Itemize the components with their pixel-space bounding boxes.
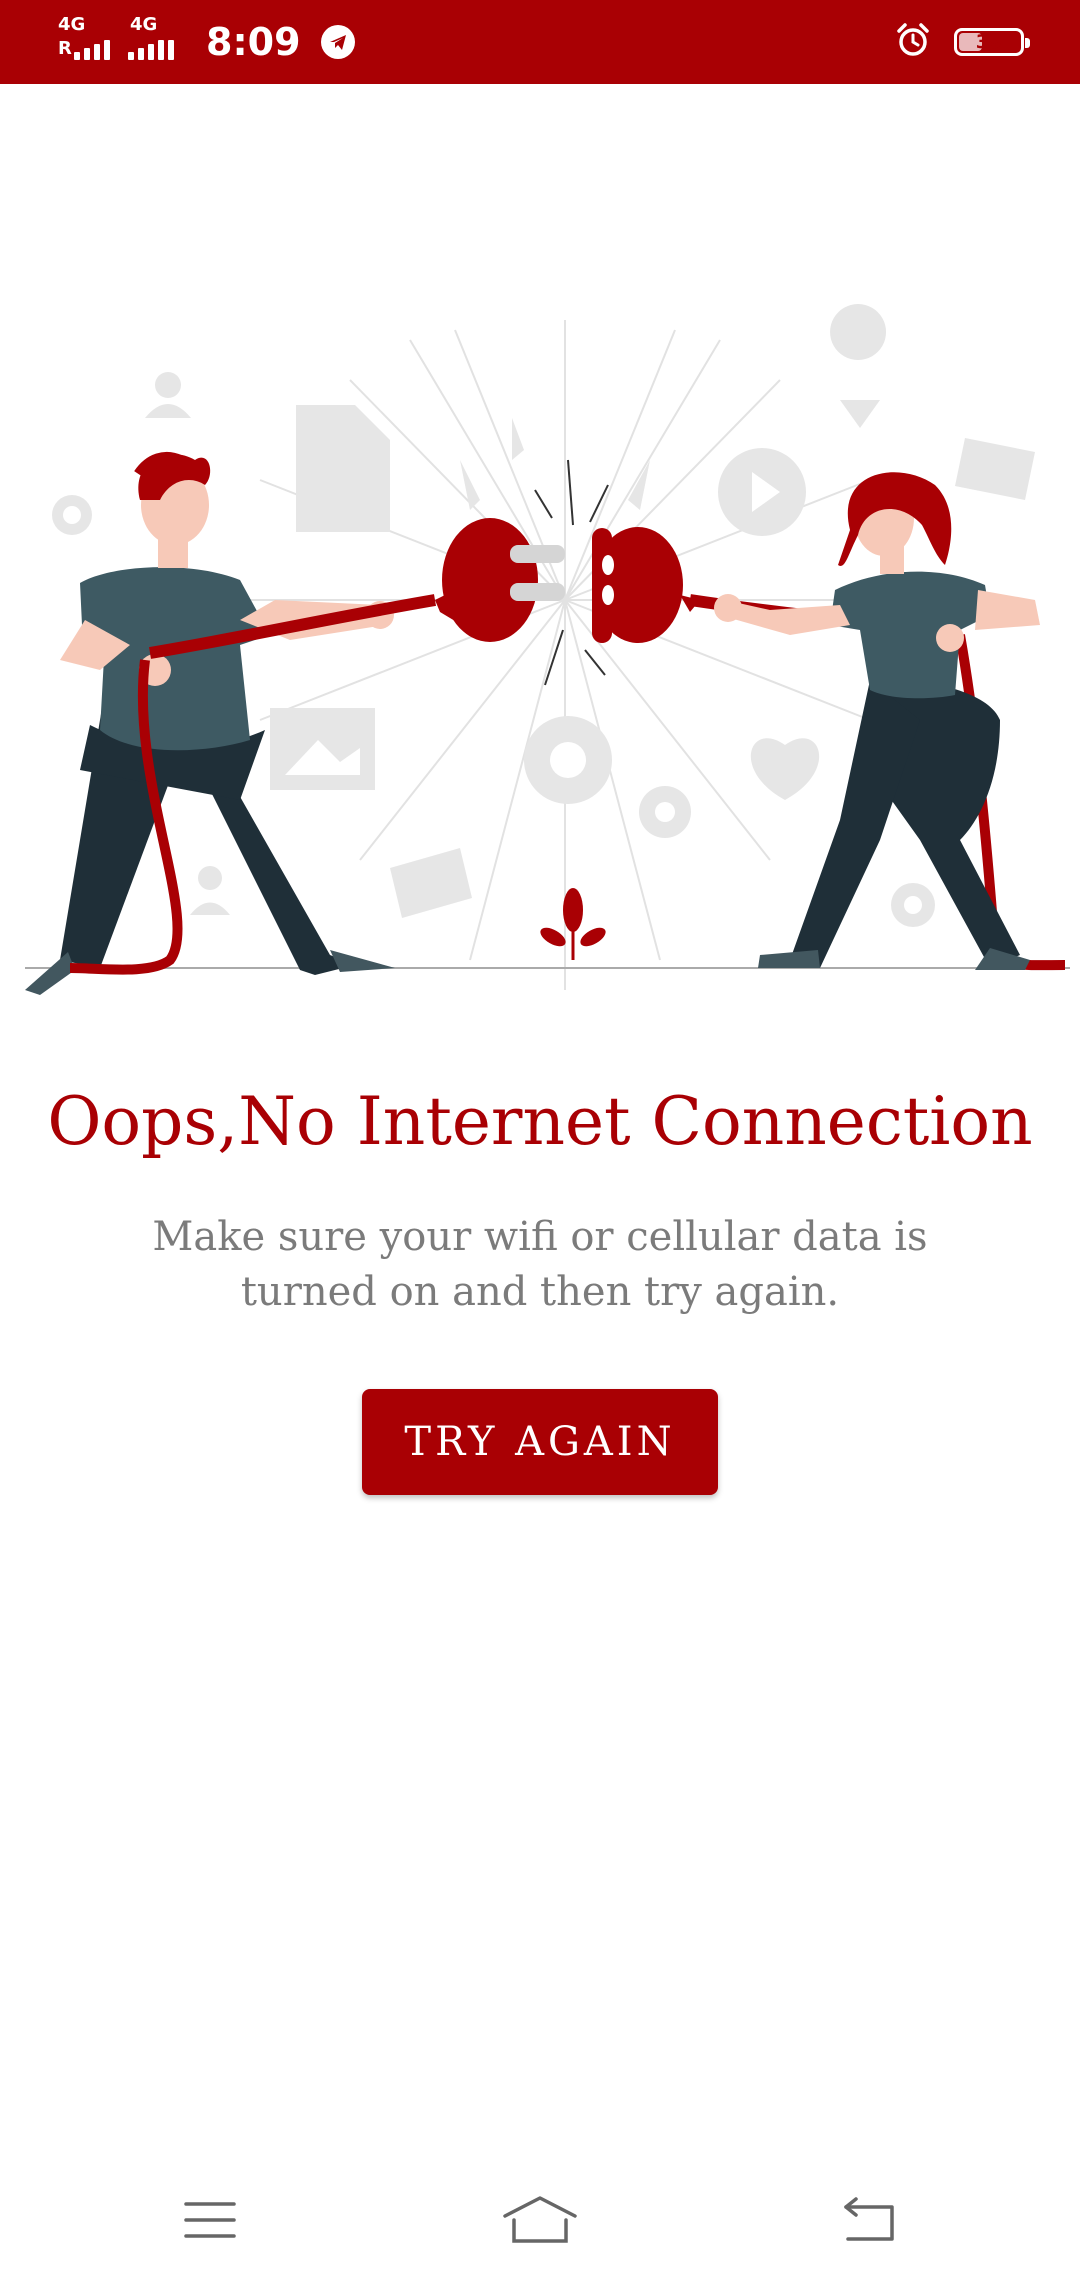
try-again-button[interactable]: TRY AGAIN: [362, 1389, 718, 1495]
back-icon: [844, 2197, 894, 2241]
signal-icon-sim1: 4G R: [56, 12, 114, 72]
signal-icon-sim2: 4G: [128, 12, 186, 72]
status-right: 39: [894, 0, 1030, 84]
network-type-1: 4G: [58, 14, 86, 35]
home-icon: [503, 2196, 577, 2243]
battery-icon: 39: [954, 28, 1030, 56]
error-title: Oops,No Internet Connection: [47, 1083, 1033, 1160]
status-time: 8:09: [206, 20, 301, 64]
back-button[interactable]: [810, 2160, 930, 2280]
navigation-bar: [0, 2160, 1080, 2280]
telegram-icon: [320, 25, 355, 59]
no-connection-illustration: [25, 304, 1070, 995]
error-message: Make sure your wifi or cellular data is …: [152, 1214, 928, 1315]
socket-icon: [592, 527, 700, 643]
network-type-2: 4G: [130, 14, 158, 35]
alarm-icon: [894, 21, 932, 63]
status-bar: 4G R 4G 8:09 39: [0, 0, 1080, 84]
home-button[interactable]: [480, 2160, 600, 2280]
menu-icon: [184, 2202, 236, 2238]
status-left: 4G R 4G 8:09: [56, 0, 355, 84]
battery-percent: 39: [975, 31, 1003, 53]
menu-button[interactable]: [150, 2160, 270, 2280]
roaming-indicator: R: [58, 38, 72, 59]
